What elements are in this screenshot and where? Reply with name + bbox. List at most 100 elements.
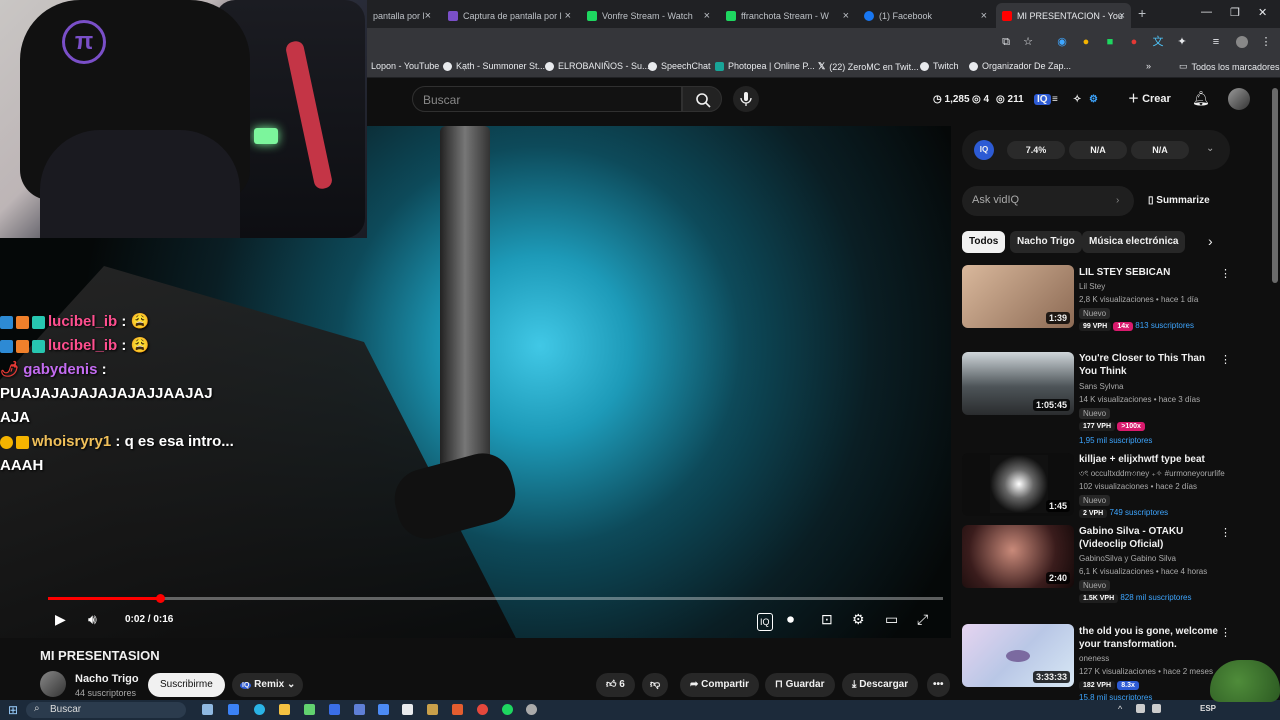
vidiq-settings-icon[interactable]: ⚙ bbox=[1089, 94, 1098, 105]
tab-3[interactable]: Vonfre Stream - Watch × bbox=[581, 3, 716, 28]
vidiq-menu-icon[interactable]: ≡ bbox=[1052, 94, 1058, 105]
download-button[interactable]: ⤓ Descargar bbox=[842, 673, 919, 697]
related-channel[interactable]: GabinoSilva y Gabino Silva bbox=[1079, 554, 1176, 563]
menu-icon[interactable]: ⋮ bbox=[1260, 36, 1272, 48]
create-button[interactable]: ＋ Crear bbox=[1128, 90, 1171, 106]
language-indicator[interactable]: ESP bbox=[1200, 704, 1216, 713]
minimize-button[interactable]: — bbox=[1201, 6, 1212, 18]
extension-icon[interactable]: ■ bbox=[1104, 36, 1116, 48]
taskbar-search-input[interactable]: Buscar bbox=[26, 702, 186, 718]
scrollbar-thumb[interactable] bbox=[1272, 88, 1278, 283]
app-icon[interactable] bbox=[526, 704, 537, 715]
dislike-button[interactable]: 👎︎ bbox=[642, 673, 669, 697]
tab-2[interactable]: Captura de pantalla por l × bbox=[442, 3, 577, 28]
close-icon[interactable]: × bbox=[981, 10, 987, 22]
related-title[interactable]: killjae + elijxhwtf type beat bbox=[1079, 453, 1219, 466]
bookmark-item[interactable]: Lopon - YouTube bbox=[371, 61, 439, 71]
app-icon[interactable] bbox=[452, 704, 463, 715]
share-button[interactable]: ➦ Compartir bbox=[680, 673, 759, 697]
tab-4[interactable]: ffranchota Stream - W × bbox=[720, 3, 855, 28]
progress-bar[interactable] bbox=[48, 597, 943, 600]
chip-genre[interactable]: Música electrónica bbox=[1082, 231, 1186, 253]
bookmark-item[interactable]: Kạth - Summoner St... bbox=[443, 61, 545, 71]
spotify-icon[interactable] bbox=[502, 704, 513, 715]
chevron-down-icon[interactable]: ⌄ bbox=[1206, 143, 1214, 154]
voice-search-button[interactable] bbox=[733, 86, 759, 112]
app-icon[interactable] bbox=[354, 704, 365, 715]
subtitles-icon[interactable]: ⊡ bbox=[821, 611, 833, 627]
extension-icon[interactable]: ● bbox=[1080, 36, 1092, 48]
close-window-button[interactable]: ✕ bbox=[1258, 6, 1267, 19]
bookmarks-overflow-chevron-icon[interactable]: » bbox=[1146, 61, 1151, 71]
all-bookmarks[interactable]: ▭ Todos los marcadores bbox=[1179, 61, 1280, 72]
restore-button[interactable]: ❐ bbox=[1230, 6, 1240, 19]
related-channel[interactable]: ৩ৎ occultxddm৩ney ₊✧ #urmoneyorurlife bbox=[1079, 468, 1225, 481]
related-title[interactable]: the old you is gone, welcome your transf… bbox=[1079, 625, 1219, 651]
close-icon[interactable]: × bbox=[565, 10, 571, 22]
related-channel[interactable]: Sans Sylvna bbox=[1079, 382, 1123, 391]
app-icon[interactable] bbox=[329, 704, 340, 715]
tab-active-youtube[interactable]: MI PRESENTACION - You × bbox=[996, 3, 1131, 28]
more-vertical-icon[interactable]: ⋮ bbox=[1220, 626, 1231, 639]
tab-5[interactable]: (1) Facebook × bbox=[858, 3, 993, 28]
extension-icon[interactable]: ● bbox=[1128, 36, 1140, 48]
bookmark-item[interactable]: Photopea | Online P... bbox=[715, 61, 815, 71]
app-icon[interactable] bbox=[304, 704, 315, 715]
tray-icon[interactable] bbox=[1136, 704, 1145, 713]
tray-chevron-up-icon[interactable]: ^ bbox=[1118, 704, 1122, 714]
search-input[interactable]: Buscar bbox=[412, 86, 682, 112]
related-channel[interactable]: Lil Stey bbox=[1079, 282, 1105, 291]
chevron-right-icon[interactable]: › bbox=[1116, 195, 1119, 206]
tab-search-icon[interactable]: ≡ bbox=[1210, 36, 1222, 48]
extension-icon[interactable]: ◉ bbox=[1056, 36, 1068, 48]
bookmark-item[interactable]: 𝕏 (22) ZeroMC en Twit... bbox=[818, 61, 919, 72]
subscribe-button[interactable]: Suscribirme bbox=[148, 673, 225, 697]
more-vertical-icon[interactable]: ⋮ bbox=[1220, 526, 1231, 539]
progress-scrubber-handle[interactable] bbox=[155, 594, 165, 603]
app-icon[interactable] bbox=[402, 704, 413, 715]
related-channel[interactable]: oneness bbox=[1079, 654, 1109, 663]
autoplay-toggle[interactable]: ⏺︎ bbox=[787, 611, 794, 627]
related-thumbnail[interactable]: 2:40 bbox=[962, 525, 1074, 588]
close-icon[interactable]: × bbox=[1119, 10, 1125, 22]
close-icon[interactable]: × bbox=[704, 10, 710, 22]
bookmark-star-icon[interactable]: ☆ bbox=[1022, 36, 1034, 48]
tray-icon[interactable] bbox=[1152, 704, 1161, 713]
volume-icon[interactable]: 🔊︎ bbox=[88, 611, 97, 627]
more-actions-button[interactable]: ••• bbox=[927, 673, 950, 697]
bookmark-item[interactable]: SpeechChat bbox=[648, 61, 711, 71]
more-vertical-icon[interactable]: ⋮ bbox=[1220, 267, 1231, 280]
vidiq-trophy-icon[interactable]: ✧ bbox=[1073, 94, 1081, 105]
close-icon[interactable]: × bbox=[843, 10, 849, 22]
play-button[interactable]: ▶ bbox=[55, 611, 66, 627]
notifications-bell-icon[interactable]: 🔔︎ bbox=[1192, 90, 1210, 107]
more-vertical-icon[interactable]: ⋮ bbox=[1220, 353, 1231, 366]
bookmark-item[interactable]: Organizador De Zap... bbox=[969, 61, 1071, 71]
install-icon[interactable]: ⧉ bbox=[1000, 36, 1012, 48]
tab-1[interactable]: pantalla por l × bbox=[367, 3, 437, 28]
close-icon[interactable]: × bbox=[425, 10, 431, 22]
related-thumbnail[interactable]: 1:05:45 bbox=[962, 352, 1074, 415]
channel-avatar[interactable] bbox=[40, 671, 66, 697]
chevron-right-icon[interactable]: › bbox=[1208, 233, 1213, 249]
chip-todos[interactable]: Todos bbox=[962, 231, 1006, 253]
chrome-icon[interactable] bbox=[477, 704, 488, 715]
translate-icon[interactable]: 文 bbox=[1152, 36, 1164, 48]
bookmark-item[interactable]: Twitch bbox=[920, 61, 959, 71]
save-button[interactable]: ⊓ Guardar bbox=[765, 673, 835, 697]
related-thumbnail[interactable]: 1:45 bbox=[962, 453, 1074, 516]
theater-mode-icon[interactable]: ▭ bbox=[885, 611, 898, 627]
file-explorer-icon[interactable] bbox=[279, 704, 290, 715]
avatar[interactable] bbox=[1228, 88, 1250, 110]
new-tab-button[interactable]: + bbox=[1138, 5, 1146, 21]
vidiq-logo-icon[interactable]: IQ bbox=[1034, 94, 1051, 105]
related-thumbnail[interactable]: 3:33:33 bbox=[962, 624, 1074, 687]
remix-button[interactable]: IQ Remix ⌄ bbox=[232, 673, 304, 697]
summarize-button[interactable]: ▯ Summarize bbox=[1148, 195, 1210, 206]
edge-icon[interactable] bbox=[254, 704, 265, 715]
channel-name[interactable]: Nacho Trigo bbox=[75, 673, 139, 685]
like-button[interactable]: 👍︎ 6 bbox=[596, 673, 635, 697]
related-title[interactable]: Gabino Silva - OTAKU (Videoclip Oficial) bbox=[1079, 525, 1219, 551]
profile-icon[interactable] bbox=[1236, 36, 1248, 48]
copilot-icon[interactable] bbox=[228, 704, 239, 715]
